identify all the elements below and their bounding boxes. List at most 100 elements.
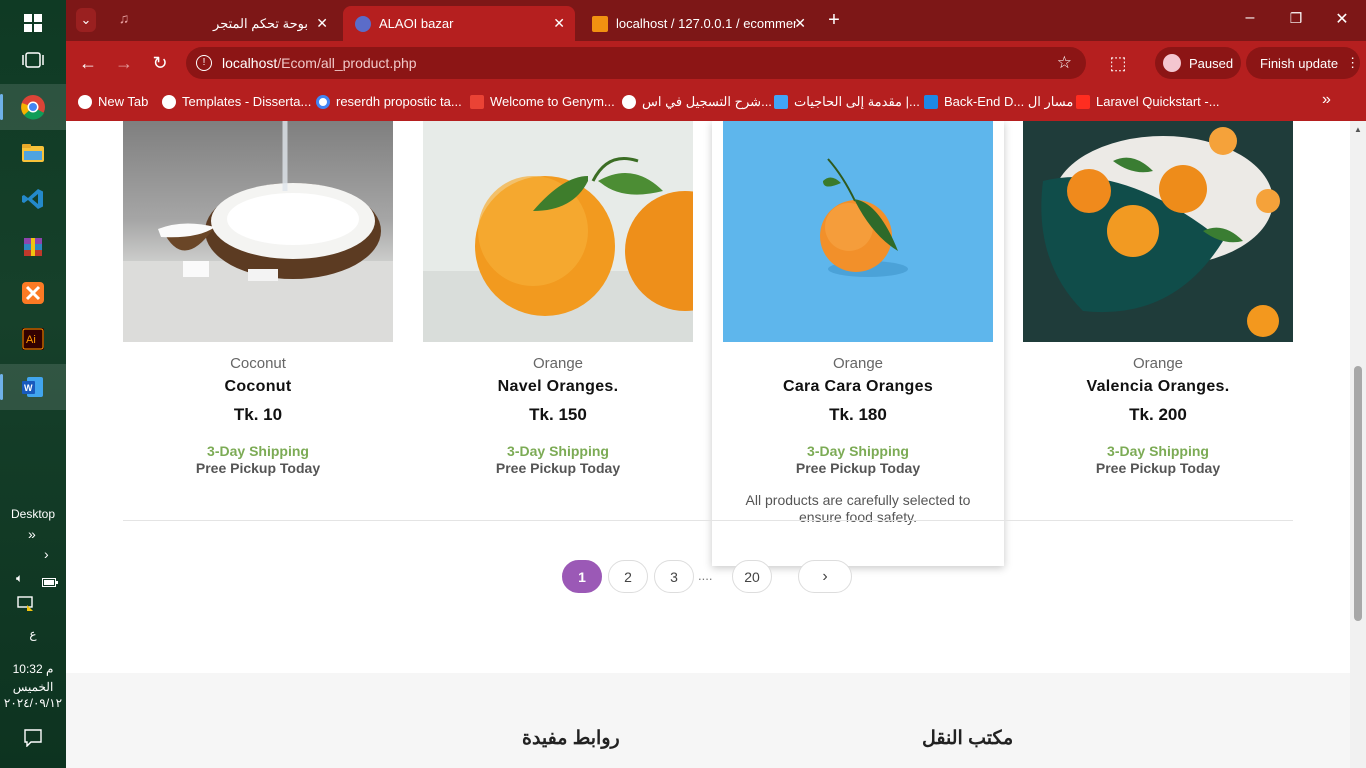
bookmark-new-tab[interactable]: New Tab	[78, 94, 148, 109]
clock-time: 10:32 م	[12, 662, 54, 676]
url-path: /Ecom/all_product.php	[277, 55, 417, 71]
word-icon[interactable]: W	[0, 364, 66, 410]
finish-update-label: Finish update	[1260, 55, 1339, 71]
close-tab-icon[interactable]: ✕	[553, 15, 565, 32]
pickup-info: Pree Pickup Today	[795, 460, 921, 476]
product-name[interactable]: Navel Oranges.	[423, 378, 693, 396]
globe-icon	[162, 94, 176, 109]
tab-store-dashboard[interactable]: بوحة تحكم المتجر ✕	[176, 6, 338, 41]
product-card[interactable]: Coconut Coconut Tk. 10 3-Day Shipping Pr…	[123, 121, 393, 476]
divider	[123, 520, 1293, 521]
product-price: Tk. 150	[529, 405, 587, 424]
e-icon	[924, 95, 938, 109]
chevron-down-icon[interactable]: »	[28, 526, 36, 542]
pickup-info: Pree Pickup Today	[195, 460, 321, 476]
page-button-1[interactable]: 1	[562, 560, 602, 593]
profile-paused-button[interactable]: Paused	[1155, 47, 1241, 79]
product-name[interactable]: Coconut	[123, 378, 393, 396]
product-image-cara-cara-oranges[interactable]	[723, 121, 993, 342]
url-host: localhost	[222, 55, 278, 71]
product-card[interactable]: Orange Navel Oranges. Tk. 150 3-Day Ship…	[423, 121, 693, 476]
tab-alaoi-bazar[interactable]: ALAOI bazar ✕	[343, 6, 575, 41]
bookmark-genymotion[interactable]: Welcome to Genym...	[470, 94, 615, 109]
reload-icon[interactable]: ↻	[150, 53, 170, 74]
product-category: Orange	[1132, 355, 1184, 372]
back-icon[interactable]: ←	[78, 53, 98, 74]
language-indicator[interactable]: ع	[0, 627, 66, 641]
page-button-3[interactable]: 3	[654, 560, 694, 593]
audio-icon: ♫	[118, 10, 130, 26]
bookmark-backend[interactable]: Back-End D... مسار ال	[924, 94, 1073, 110]
scroll-up-icon[interactable]: ▲	[1354, 125, 1362, 134]
pickup-info: Pree Pickup Today	[495, 460, 621, 476]
next-page-button[interactable]: ›	[798, 560, 852, 593]
forward-icon[interactable]: →	[114, 53, 134, 74]
browser-toolbar: ← → ↻ ! localhost/Ecom/all_product.php ☆…	[66, 41, 1366, 85]
volume-icon[interactable]: 🔈︎	[16, 571, 23, 586]
footer-shipping-office-heading: مكتب النقل	[922, 728, 1014, 749]
scrollbar-thumb[interactable]	[1354, 366, 1362, 621]
globe-icon	[78, 94, 92, 109]
bookmarks-overflow-icon[interactable]: »	[1322, 91, 1331, 109]
file-explorer-icon[interactable]	[0, 130, 66, 176]
xampp-icon[interactable]	[0, 270, 66, 316]
bookmarks-bar: New Tab Templates - Disserta... reserdh …	[66, 85, 1366, 121]
bookmark-templates[interactable]: Templates - Disserta...	[162, 94, 311, 109]
minimize-icon[interactable]: –	[1240, 9, 1260, 27]
network-icon[interactable]	[17, 596, 35, 615]
battery-icon[interactable]	[42, 574, 58, 590]
browser-window: ⌄ ♫ بوحة تحكم المتجر ✕ ALAOI bazar ✕ loc…	[66, 0, 1366, 768]
bookmark-flutter[interactable]: مقدمة إلى الحاجيات |...	[774, 94, 920, 110]
tab-title: localhost / 127.0.0.1 / ecommer	[616, 16, 796, 31]
product-image-valencia-oranges[interactable]	[1023, 121, 1293, 342]
profile-status: Paused	[1189, 55, 1234, 71]
tab-search-icon[interactable]: ⌄	[76, 8, 96, 32]
shipping-info: 3-Day Shipping	[507, 443, 609, 459]
flutter-icon	[774, 95, 788, 109]
tab-phpmyadmin[interactable]: localhost / 127.0.0.1 / ecommer ✕	[580, 6, 816, 41]
page-content: Coconut Coconut Tk. 10 3-Day Shipping Pr…	[66, 121, 1366, 768]
product-price: Tk. 180	[829, 405, 887, 424]
illustrator-icon[interactable]: Ai	[0, 316, 66, 362]
product-price: Tk. 200	[1129, 405, 1187, 424]
globe-icon	[622, 95, 636, 109]
bookmark-reserdh[interactable]: reserdh propostic ta...	[316, 94, 462, 109]
finish-update-button[interactable]: Finish update ⋮	[1246, 47, 1360, 79]
address-bar[interactable]: ! localhost/Ecom/all_product.php ☆	[186, 47, 1086, 79]
close-tab-icon[interactable]: ✕	[794, 15, 806, 32]
new-tab-icon[interactable]: +	[824, 9, 844, 32]
product-image-navel-oranges[interactable]	[423, 121, 693, 342]
restore-icon[interactable]: ❐	[1286, 10, 1306, 27]
winrar-icon[interactable]	[0, 224, 66, 270]
product-card[interactable]: Orange Valencia Oranges. Tk. 200 3-Day S…	[1023, 121, 1293, 476]
vscode-icon[interactable]	[0, 176, 66, 222]
page-button-20[interactable]: 20	[732, 560, 772, 593]
bookmark-star-icon[interactable]: ☆	[1057, 53, 1072, 73]
pagination-ellipsis: ....	[698, 568, 713, 583]
product-name[interactable]: Valencia Oranges.	[1023, 378, 1293, 396]
extensions-icon[interactable]: ⬚	[1108, 53, 1128, 74]
task-view-icon[interactable]	[0, 37, 66, 83]
shipping-info: 3-Day Shipping	[207, 443, 309, 459]
bookmark-registration[interactable]: شرح التسجيل في اس...	[622, 94, 772, 110]
shipping-info: 3-Day Shipping	[807, 443, 909, 459]
page-button-2[interactable]: 2	[608, 560, 648, 593]
desktop-label[interactable]: Desktop	[0, 507, 66, 521]
chrome-icon[interactable]	[0, 84, 66, 130]
page-scrollbar[interactable]: ▲	[1350, 121, 1366, 768]
close-window-icon[interactable]: ✕	[1332, 9, 1352, 29]
product-card[interactable]: Orange Cara Cara Oranges Tk. 180 3-Day S…	[723, 121, 993, 526]
notifications-icon[interactable]	[24, 729, 42, 750]
more-icon: ⋮	[1346, 55, 1360, 70]
site-info-icon[interactable]: !	[196, 55, 212, 71]
svg-text:W: W	[24, 383, 33, 393]
bookmark-laravel[interactable]: Laravel Quickstart -...	[1076, 94, 1220, 109]
chevron-right-icon[interactable]: ›	[44, 546, 49, 562]
product-image-coconut[interactable]	[123, 121, 393, 342]
clock-date: ٢٠٢٤/٠٩/١٢	[3, 696, 63, 710]
product-name[interactable]: Cara Cara Oranges	[723, 378, 993, 396]
clock-day: الخميس	[12, 680, 54, 694]
tab-strip: ⌄ ♫ بوحة تحكم المتجر ✕ ALAOI bazar ✕ loc…	[66, 0, 1366, 41]
close-tab-icon[interactable]: ✕	[316, 15, 328, 32]
tab-title: ALAOI bazar	[379, 16, 454, 31]
